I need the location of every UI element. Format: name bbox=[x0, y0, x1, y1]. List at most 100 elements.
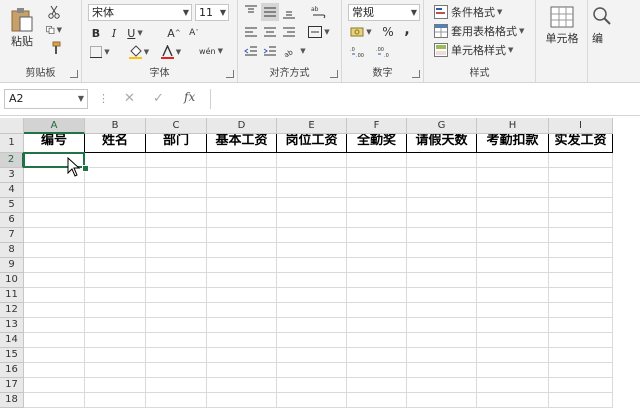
cell-e8[interactable] bbox=[277, 243, 347, 258]
cell-b2[interactable] bbox=[85, 153, 146, 168]
row-header-1[interactable]: 1 bbox=[0, 134, 24, 153]
column-header-c[interactable]: C bbox=[146, 118, 207, 134]
cell-i15[interactable] bbox=[549, 348, 613, 363]
paste-button[interactable]: 粘贴 bbox=[4, 4, 40, 52]
cell-c5[interactable] bbox=[146, 198, 207, 213]
wrap-text-button[interactable]: ab bbox=[304, 3, 334, 21]
cell-b11[interactable] bbox=[85, 288, 146, 303]
header-cell-b[interactable]: 姓名 bbox=[85, 134, 146, 153]
cell-i11[interactable] bbox=[549, 288, 613, 303]
row-header-7[interactable]: 7 bbox=[0, 228, 24, 243]
cell-c10[interactable] bbox=[146, 273, 207, 288]
cell-e4[interactable] bbox=[277, 183, 347, 198]
row-header-18[interactable]: 18 bbox=[0, 393, 24, 408]
cell-f7[interactable] bbox=[347, 228, 407, 243]
cell-h13[interactable] bbox=[477, 318, 549, 333]
row-header-17[interactable]: 17 bbox=[0, 378, 24, 393]
cell-f12[interactable] bbox=[347, 303, 407, 318]
cell-c6[interactable] bbox=[146, 213, 207, 228]
copy-button[interactable]: ▼ bbox=[46, 22, 62, 38]
cell-e14[interactable] bbox=[277, 333, 347, 348]
formula-input[interactable] bbox=[210, 89, 637, 109]
cell-i8[interactable] bbox=[549, 243, 613, 258]
cell-f9[interactable] bbox=[347, 258, 407, 273]
cell-g8[interactable] bbox=[407, 243, 477, 258]
cell-c17[interactable] bbox=[146, 378, 207, 393]
cell-h9[interactable] bbox=[477, 258, 549, 273]
cell-c13[interactable] bbox=[146, 318, 207, 333]
cell-i18[interactable] bbox=[549, 393, 613, 408]
insert-function-icon[interactable]: fx bbox=[184, 90, 195, 104]
select-all-corner[interactable] bbox=[0, 118, 24, 134]
cell-g2[interactable] bbox=[407, 153, 477, 168]
cell-e5[interactable] bbox=[277, 198, 347, 213]
row-header-16[interactable]: 16 bbox=[0, 363, 24, 378]
cell-h3[interactable] bbox=[477, 168, 549, 183]
border-button[interactable]: ▼ bbox=[88, 44, 112, 60]
font-color-button[interactable]: ▼ bbox=[158, 44, 184, 60]
cell-i16[interactable] bbox=[549, 363, 613, 378]
cell-h10[interactable] bbox=[477, 273, 549, 288]
cell-a11[interactable] bbox=[24, 288, 85, 303]
cell-b16[interactable] bbox=[85, 363, 146, 378]
cell-h12[interactable] bbox=[477, 303, 549, 318]
shrink-font-button[interactable]: Aˇ bbox=[186, 25, 202, 41]
currency-button[interactable]: ▼ bbox=[348, 24, 374, 40]
cell-h7[interactable] bbox=[477, 228, 549, 243]
cell-i9[interactable] bbox=[549, 258, 613, 273]
cell-i14[interactable] bbox=[549, 333, 613, 348]
cell-i6[interactable] bbox=[549, 213, 613, 228]
cell-g13[interactable] bbox=[407, 318, 477, 333]
column-header-f[interactable]: F bbox=[347, 118, 407, 134]
cell-i7[interactable] bbox=[549, 228, 613, 243]
cell-c9[interactable] bbox=[146, 258, 207, 273]
enter-icon[interactable]: ✓ bbox=[153, 91, 164, 106]
header-cell-g[interactable]: 请假天数 bbox=[407, 134, 477, 153]
header-cell-i[interactable]: 实发工资 bbox=[549, 134, 613, 153]
column-header-e[interactable]: E bbox=[277, 118, 347, 134]
column-header-d[interactable]: D bbox=[207, 118, 277, 134]
italic-button[interactable]: I bbox=[106, 25, 122, 41]
cell-f8[interactable] bbox=[347, 243, 407, 258]
cell-b15[interactable] bbox=[85, 348, 146, 363]
cell-g5[interactable] bbox=[407, 198, 477, 213]
cell-a6[interactable] bbox=[24, 213, 85, 228]
cell-c14[interactable] bbox=[146, 333, 207, 348]
cell-styles-button[interactable]: 单元格样式 ▼ bbox=[434, 41, 532, 59]
cell-d14[interactable] bbox=[207, 333, 277, 348]
cell-d10[interactable] bbox=[207, 273, 277, 288]
editing-button[interactable]: 编 bbox=[592, 4, 636, 48]
cell-f3[interactable] bbox=[347, 168, 407, 183]
cell-e10[interactable] bbox=[277, 273, 347, 288]
cell-e11[interactable] bbox=[277, 288, 347, 303]
cell-g7[interactable] bbox=[407, 228, 477, 243]
cell-h17[interactable] bbox=[477, 378, 549, 393]
align-top-button[interactable] bbox=[242, 3, 260, 21]
comma-button[interactable]: , bbox=[400, 22, 414, 38]
cell-f10[interactable] bbox=[347, 273, 407, 288]
column-header-g[interactable]: G bbox=[407, 118, 477, 134]
align-bottom-button[interactable] bbox=[280, 3, 298, 21]
cell-a4[interactable] bbox=[24, 183, 85, 198]
cell-h6[interactable] bbox=[477, 213, 549, 228]
format-as-table-button[interactable]: 套用表格格式 ▼ bbox=[434, 22, 532, 40]
fill-color-button[interactable]: ▼ bbox=[126, 44, 152, 60]
cell-f15[interactable] bbox=[347, 348, 407, 363]
row-header-6[interactable]: 6 bbox=[0, 213, 24, 228]
row-header-11[interactable]: 11 bbox=[0, 288, 24, 303]
cell-d16[interactable] bbox=[207, 363, 277, 378]
cell-d12[interactable] bbox=[207, 303, 277, 318]
cell-a12[interactable] bbox=[24, 303, 85, 318]
cell-e9[interactable] bbox=[277, 258, 347, 273]
cell-c2[interactable] bbox=[146, 153, 207, 168]
increase-indent-button[interactable] bbox=[261, 43, 279, 59]
cell-i4[interactable] bbox=[549, 183, 613, 198]
cell-h8[interactable] bbox=[477, 243, 549, 258]
name-box[interactable]: A2 ▼ bbox=[4, 89, 88, 109]
row-header-13[interactable]: 13 bbox=[0, 318, 24, 333]
cell-f17[interactable] bbox=[347, 378, 407, 393]
font-name-select[interactable]: 宋体 ▼ bbox=[88, 4, 192, 21]
header-cell-d[interactable]: 基本工资 bbox=[207, 134, 277, 153]
cell-b8[interactable] bbox=[85, 243, 146, 258]
cell-i13[interactable] bbox=[549, 318, 613, 333]
